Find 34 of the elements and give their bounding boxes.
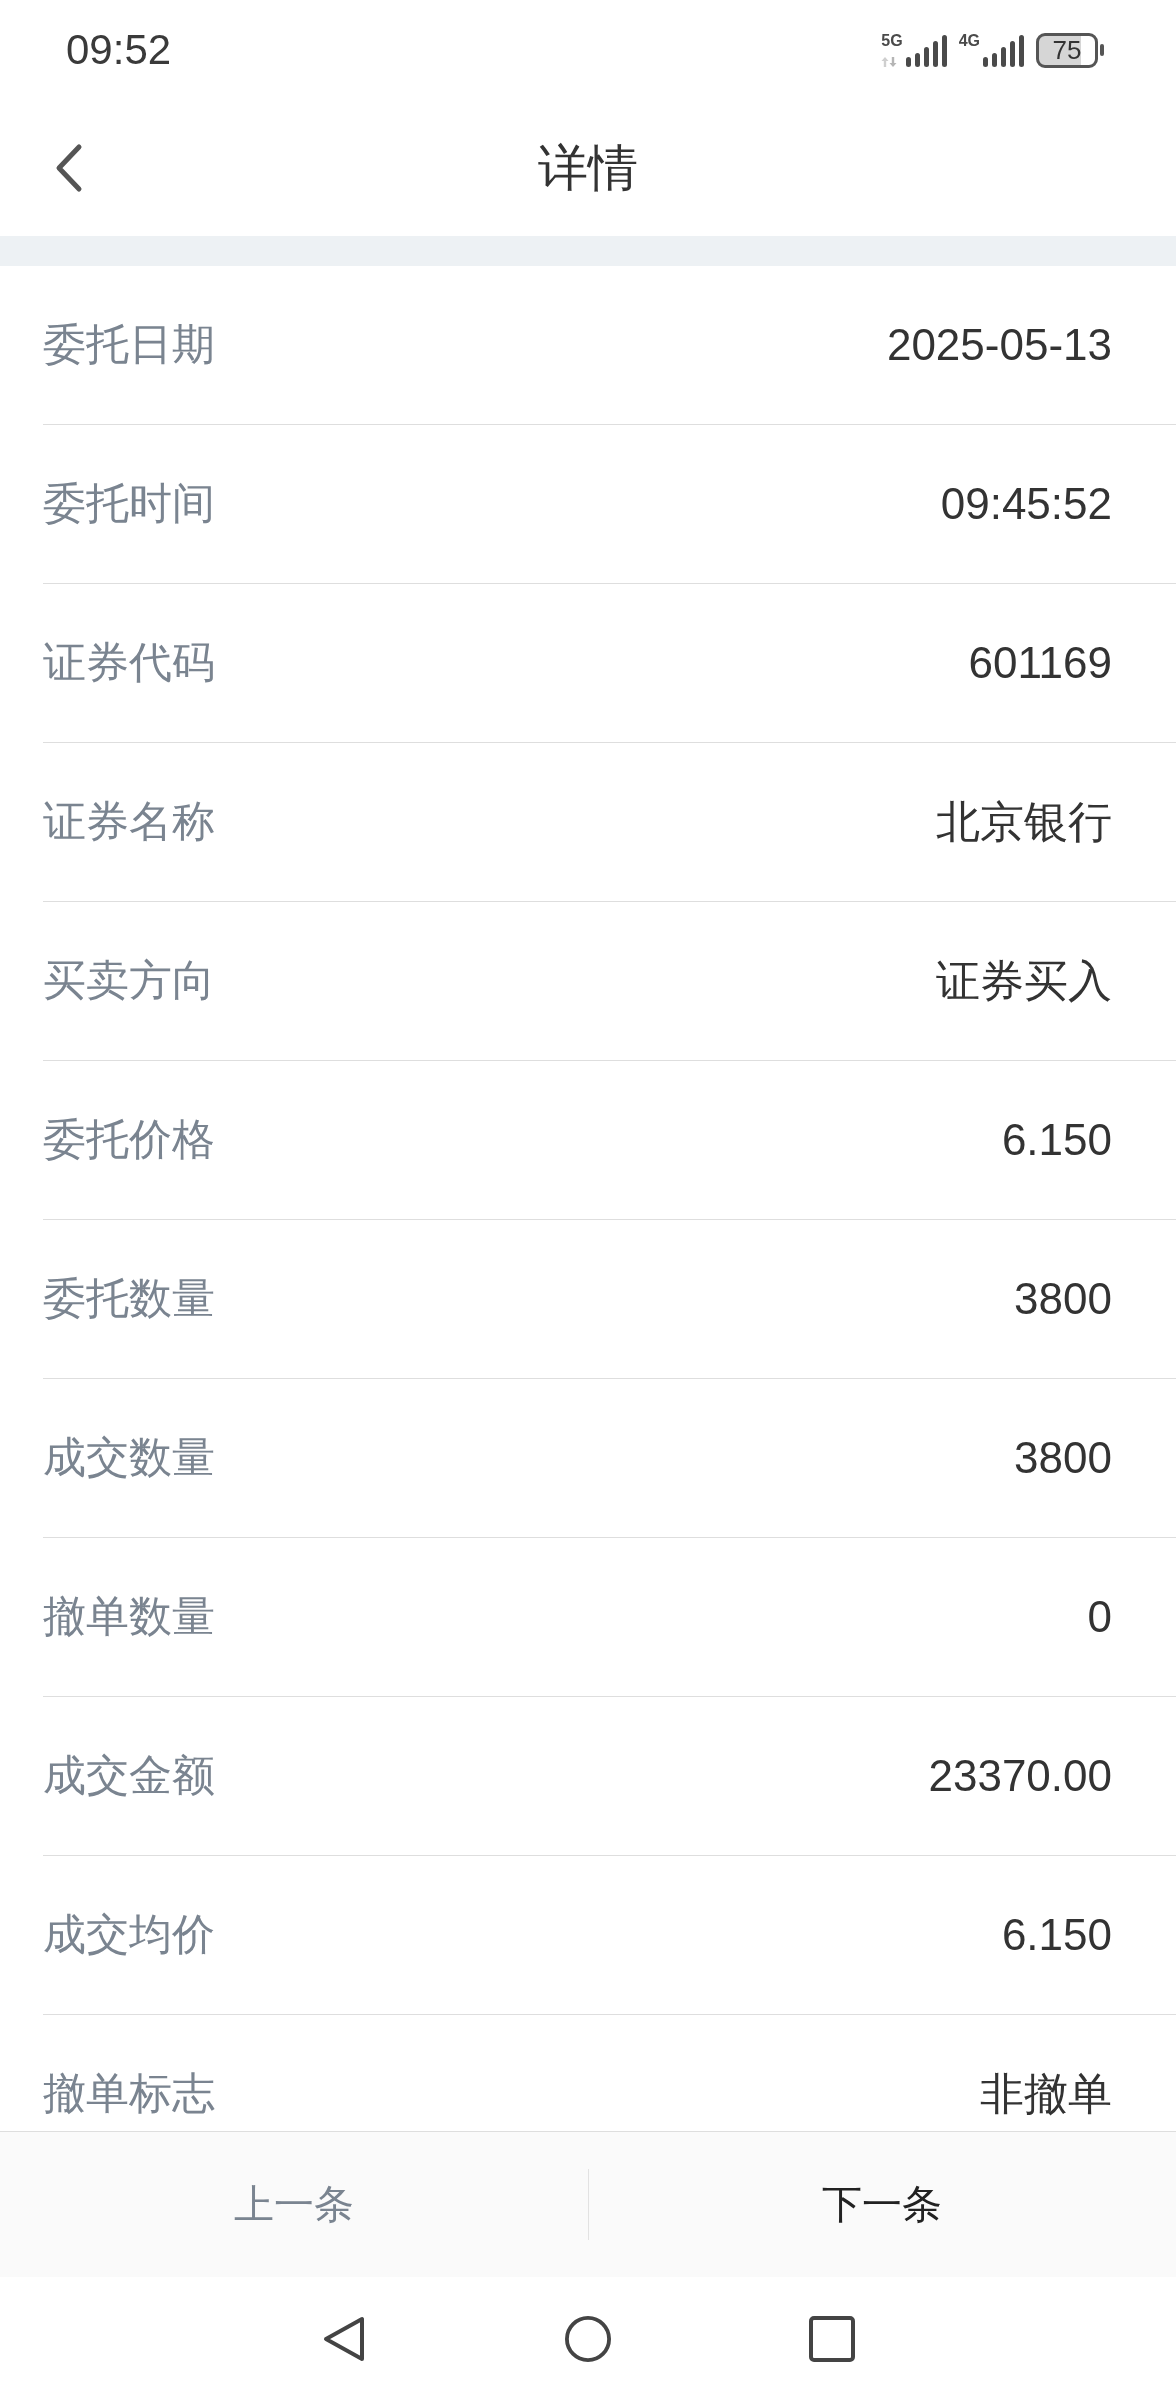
field-label: 成交金额 bbox=[43, 1750, 215, 1802]
status-time: 09:52 bbox=[66, 29, 172, 71]
back-icon[interactable] bbox=[54, 143, 84, 193]
field-value: 证券买入 bbox=[936, 954, 1112, 1007]
field-value: 0 bbox=[1087, 1590, 1112, 1643]
field-value: 3800 bbox=[1014, 1272, 1112, 1325]
field-label: 成交均价 bbox=[43, 1909, 215, 1961]
field-value: 601169 bbox=[968, 636, 1112, 689]
field-value: 6.150 bbox=[1001, 1113, 1112, 1166]
field-label: 成交数量 bbox=[43, 1432, 215, 1484]
home-icon[interactable] bbox=[565, 2314, 611, 2363]
field-label: 撤单数量 bbox=[43, 1591, 215, 1643]
battery-indicator: 75 bbox=[1036, 32, 1104, 68]
field-value: 23370.00 bbox=[928, 1749, 1112, 1802]
back-icon[interactable] bbox=[321, 2314, 367, 2363]
field-value: 09:45:52 bbox=[940, 477, 1112, 530]
field-value: 非撤单 bbox=[980, 2067, 1112, 2120]
field-label: 证券代码 bbox=[43, 637, 215, 689]
signal-icon bbox=[905, 35, 947, 67]
page-title: 详情 bbox=[538, 139, 638, 198]
field-label: 委托时间 bbox=[43, 478, 215, 530]
field-label: 撤单标志 bbox=[43, 2068, 215, 2120]
field-label: 委托价格 bbox=[43, 1114, 215, 1166]
network-type-label: 4G bbox=[958, 33, 980, 49]
field-label: 委托数量 bbox=[43, 1273, 215, 1325]
field-value: 2025-05-13 bbox=[886, 318, 1112, 371]
recent-apps-icon[interactable] bbox=[809, 2314, 855, 2363]
field-label: 委托日期 bbox=[43, 319, 215, 371]
field-value: 3800 bbox=[1014, 1431, 1112, 1484]
field-value: 6.150 bbox=[1001, 1908, 1112, 1961]
field-label: 证券名称 bbox=[43, 796, 215, 848]
field-value: 北京银行 bbox=[936, 795, 1112, 848]
network-type-label: 5G bbox=[881, 33, 903, 49]
field-label: 买卖方向 bbox=[43, 955, 215, 1007]
